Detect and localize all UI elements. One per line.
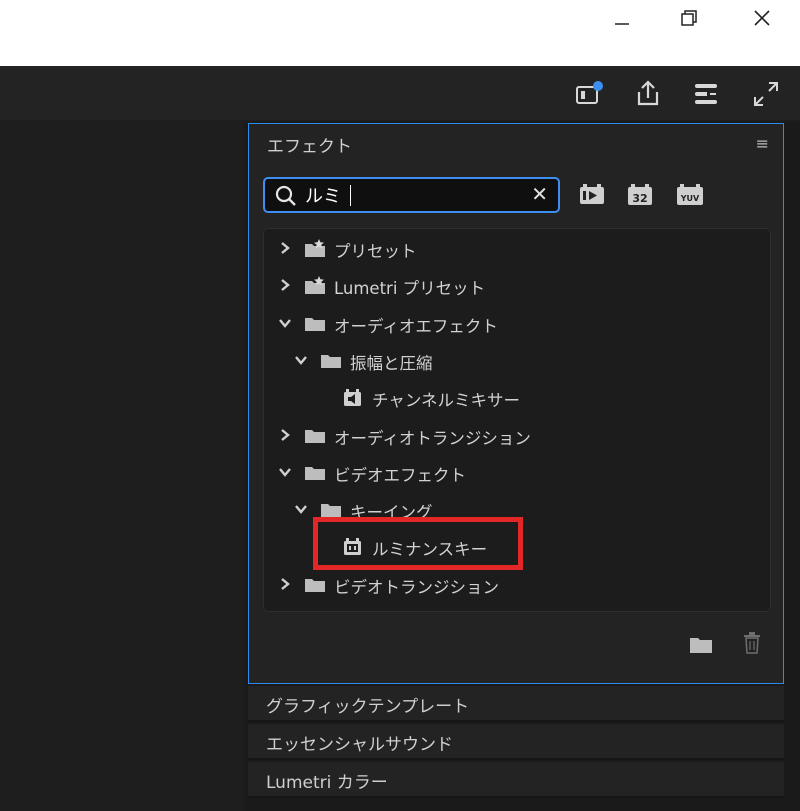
new-bin-button[interactable] <box>689 634 713 658</box>
folder-icon <box>305 466 325 480</box>
tree-item-label: 振幅と圧縮 <box>350 353 433 373</box>
essential-sound-panel[interactable]: エッセンシャルサウンド <box>248 724 784 760</box>
chevron-right-icon[interactable] <box>278 278 292 292</box>
chevron-down-icon[interactable] <box>294 353 308 367</box>
app-toolbar <box>0 66 800 120</box>
search-input[interactable] <box>305 183 525 207</box>
window-titlebar <box>0 0 800 66</box>
32bit-button[interactable]: 32 <box>625 182 655 208</box>
close-icon <box>754 10 770 26</box>
tree-item-label: プリセット <box>334 242 417 261</box>
chevron-down-icon[interactable] <box>278 465 292 479</box>
chevron-down-icon[interactable] <box>278 316 292 330</box>
folder-icon <box>305 578 325 592</box>
highlight-box <box>313 517 523 570</box>
accelerated-effects-button[interactable] <box>577 182 607 208</box>
effects-panel: エフェクト ≡ ✕ 32 YUV <box>248 123 784 684</box>
tree-item[interactable]: オーディオエフェクト <box>264 308 770 338</box>
preset-folder-icon <box>305 239 325 257</box>
tree-item-label: ビデオエフェクト <box>334 465 466 485</box>
quick-export-icon <box>576 81 603 104</box>
restore-icon <box>681 10 697 26</box>
workspace-button[interactable] <box>690 78 722 110</box>
tree-item[interactable]: 振幅と圧縮 <box>264 345 770 375</box>
share-icon <box>637 80 659 106</box>
fullscreen-icon <box>754 82 778 106</box>
share-button[interactable] <box>632 78 664 110</box>
folder-icon <box>305 429 325 443</box>
clear-search-icon[interactable]: ✕ <box>531 182 548 206</box>
fullscreen-button[interactable] <box>750 78 782 110</box>
lumetri-color-panel[interactable]: Lumetri カラー <box>248 762 784 798</box>
panel-tab-label: エッセンシャルサウンド <box>266 735 453 755</box>
new-bin-icon <box>690 638 712 653</box>
panel-title: エフェクト <box>267 137 352 157</box>
chevron-down-icon[interactable] <box>294 502 308 516</box>
preset-folder-icon <box>305 276 325 295</box>
chevron-right-icon[interactable] <box>278 428 292 442</box>
panel-tab-label: グラフィックテンプレート <box>266 697 470 717</box>
tree-item-label: チャンネルミキサー <box>372 391 521 411</box>
search-box[interactable]: ✕ <box>263 177 560 213</box>
yuv-label: YUV <box>680 194 700 203</box>
quick-export-button[interactable] <box>573 78 605 110</box>
panel-tab-label: Lumetri カラー <box>266 773 388 793</box>
folder-icon <box>305 317 325 331</box>
panel-menu-icon[interactable]: ≡ <box>756 134 769 153</box>
chevron-right-icon[interactable] <box>278 241 292 255</box>
folder-icon <box>321 354 341 368</box>
tree-item[interactable]: ビデオエフェクト <box>264 457 770 487</box>
workspace-icon <box>695 84 717 104</box>
tree-item-label: ビデオトランジション <box>334 577 499 597</box>
restore-button[interactable] <box>657 0 721 36</box>
32bit-icon: 32 <box>628 184 652 205</box>
tree-item[interactable]: プリセット <box>264 233 770 263</box>
trash-icon <box>744 632 760 654</box>
tree-item[interactable]: オーディオトランジション <box>264 420 770 450</box>
audio-effect-icon <box>344 389 361 407</box>
yuv-icon: YUV <box>677 184 703 205</box>
accelerated-effects-icon <box>580 184 604 204</box>
minimize-button[interactable] <box>590 0 654 36</box>
yuv-button[interactable]: YUV <box>675 182 705 208</box>
tree-item-label: オーディオエフェクト <box>334 316 498 336</box>
tree-item[interactable]: ビデオトランジション <box>264 569 770 599</box>
32bit-label: 32 <box>632 192 647 205</box>
tree-item-label: Lumetri プリセット <box>334 279 486 299</box>
tree-item[interactable]: Lumetri プリセット <box>264 270 770 300</box>
minimize-icon <box>615 23 629 25</box>
chevron-right-icon[interactable] <box>278 577 292 591</box>
graphic-templates-panel[interactable]: グラフィックテンプレート <box>248 686 784 722</box>
left-panel-area <box>0 122 242 811</box>
search-icon <box>275 185 296 206</box>
text-caret <box>350 185 351 206</box>
tree-item[interactable]: チャンネルミキサー <box>264 382 770 412</box>
close-button[interactable] <box>730 0 794 36</box>
tree-item-label: オーディオトランジション <box>334 428 531 448</box>
delete-button[interactable] <box>742 632 762 658</box>
